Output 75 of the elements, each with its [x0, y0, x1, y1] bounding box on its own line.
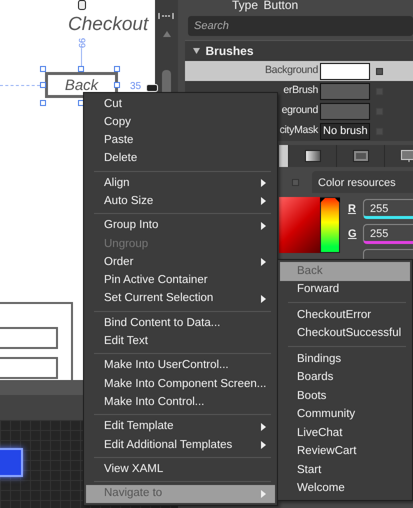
- channel-field[interactable]: 255: [363, 199, 413, 219]
- submenu-arrow-icon: [261, 441, 266, 450]
- submenu-arrow-icon: [261, 422, 266, 431]
- state-node[interactable]: [0, 448, 23, 477]
- property-row[interactable]: Background: [185, 61, 413, 81]
- resize-handle[interactable]: [78, 66, 84, 72]
- menu-item[interactable]: Set Current Selection: [86, 290, 275, 308]
- submenu-arrow-icon: [261, 179, 266, 188]
- menu-item[interactable]: Bind Content to Data...: [86, 314, 275, 333]
- menu-item[interactable]: Start: [280, 461, 410, 480]
- resize-handle[interactable]: [40, 66, 46, 72]
- color-gradient[interactable]: [279, 197, 320, 253]
- monitor-icon[interactable]: [400, 150, 413, 162]
- menu-item[interactable]: Make Into Component Screen...: [86, 375, 275, 394]
- brush-swatch[interactable]: [320, 62, 370, 80]
- color-resources-tab[interactable]: Color resources: [312, 171, 413, 193]
- menu-item[interactable]: ReviewCart: [280, 442, 410, 461]
- brush-swatch[interactable]: [320, 82, 370, 100]
- pin-icon[interactable]: [78, 0, 86, 10]
- channel-label: R: [348, 202, 357, 217]
- resize-handle[interactable]: [40, 82, 46, 88]
- brush-swatch[interactable]: No brush: [320, 122, 370, 140]
- type-label: Type: [232, 0, 258, 10]
- menu-item[interactable]: Group Into: [86, 216, 275, 236]
- property-label: eground: [280, 103, 319, 118]
- property-label: cityMask: [278, 123, 320, 138]
- menu-item[interactable]: Delete: [86, 150, 275, 168]
- measure-label: 99: [77, 38, 87, 48]
- menu-item[interactable]: Community: [280, 406, 410, 424]
- channel-field[interactable]: 255: [363, 224, 413, 244]
- menu-item[interactable]: Order: [86, 253, 275, 272]
- property-label: Background: [264, 63, 319, 78]
- menu-item[interactable]: CheckoutError: [280, 306, 410, 324]
- menu-item[interactable]: CheckoutSuccessful: [280, 324, 410, 343]
- brush-swatch[interactable]: [320, 102, 370, 120]
- search-field[interactable]: Search: [188, 16, 413, 36]
- frame-brush-icon[interactable]: [352, 150, 368, 162]
- resize-handle[interactable]: [114, 66, 120, 72]
- menu-item[interactable]: Welcome: [280, 480, 410, 498]
- menu-item[interactable]: Make Into Control...: [86, 393, 275, 412]
- menu-item[interactable]: Bindings: [280, 350, 410, 368]
- menu-item[interactable]: Auto Size: [86, 192, 275, 211]
- gradient-brush-icon[interactable]: [304, 150, 320, 162]
- hue-thumb[interactable]: [320, 198, 340, 203]
- submenu-arrow-icon: [261, 197, 266, 206]
- property-marker[interactable]: [376, 68, 383, 74]
- menu-item[interactable]: Pin Active Container: [86, 272, 275, 290]
- expand-icon[interactable]: [193, 48, 200, 54]
- property-label: erBrush: [282, 83, 319, 98]
- menu-item[interactable]: Forward: [280, 280, 410, 299]
- link-icon[interactable]: [146, 84, 158, 92]
- type-value: Button: [264, 0, 298, 10]
- menu-item[interactable]: Boards: [280, 368, 410, 387]
- submenu-arrow-icon: [261, 294, 266, 303]
- menu-item[interactable]: Edit Template: [86, 418, 275, 436]
- menu-item[interactable]: Edit Text: [86, 332, 275, 351]
- menu-item[interactable]: LiveChat: [280, 424, 410, 442]
- menu-item[interactable]: Edit Additional Templates: [86, 436, 275, 454]
- menu-item[interactable]: Align: [86, 174, 275, 192]
- menu-item[interactable]: Boots: [280, 387, 410, 406]
- measure-label: 35: [130, 82, 142, 92]
- menu-item[interactable]: View XAML: [86, 460, 275, 479]
- scroll-up-icon[interactable]: [163, 31, 171, 37]
- submenu-arrow-icon: [261, 258, 266, 266]
- section-title: Brushes: [206, 43, 254, 60]
- screen-title: Checkout: [68, 14, 148, 36]
- menu-item[interactable]: Make Into UserControl...: [86, 356, 275, 376]
- hue-slider[interactable]: [320, 197, 340, 253]
- submenu-arrow-icon: [261, 222, 266, 230]
- resize-handle[interactable]: [40, 100, 46, 106]
- resize-handle[interactable]: [114, 82, 120, 88]
- channel-label: G: [348, 226, 357, 242]
- measure-line: [81, 48, 82, 68]
- submenu-arrow-icon: [261, 490, 266, 498]
- fit-icon[interactable]: [158, 12, 174, 20]
